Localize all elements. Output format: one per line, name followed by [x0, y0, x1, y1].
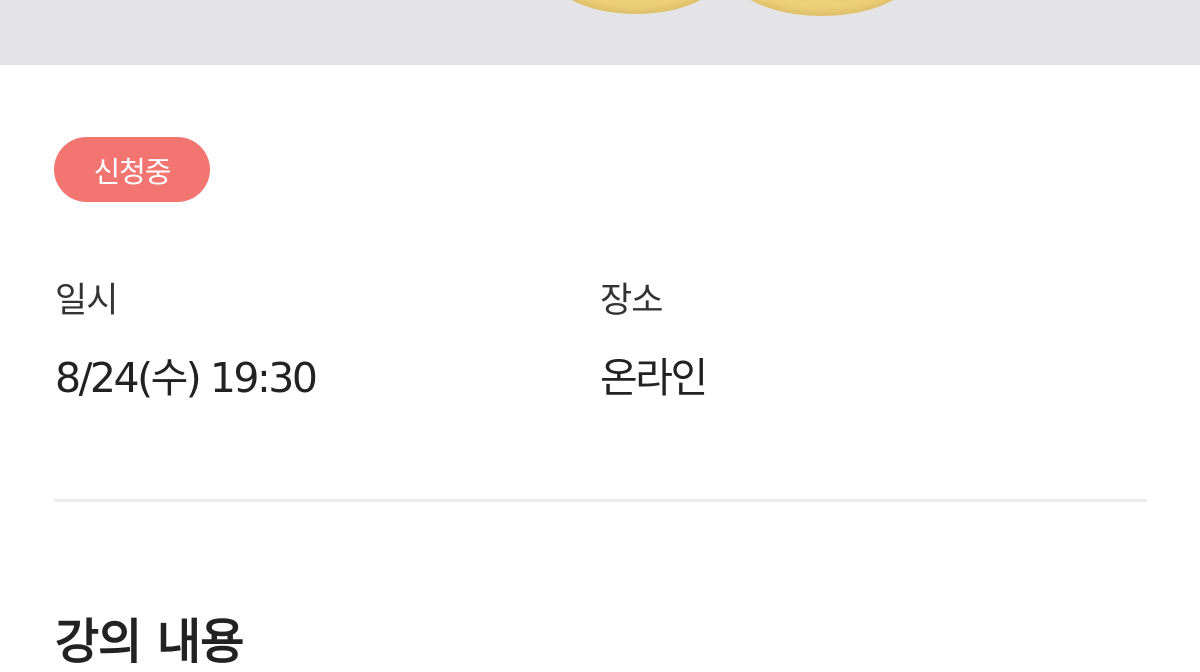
lecture-content-heading: 강의 내용 [55, 614, 244, 670]
place-label: 장소 [600, 281, 663, 321]
event-cover-image [0, 0, 1200, 65]
place-value: 온라인 [600, 354, 708, 402]
date-value: 8/24(수) 19:30 [55, 354, 318, 402]
cover-photo-cup-left [548, 0, 724, 14]
section-divider [54, 499, 1147, 502]
cover-photo-cup-right [728, 0, 916, 16]
date-label: 일시 [55, 281, 118, 321]
status-badge: 신청중 [54, 137, 210, 202]
